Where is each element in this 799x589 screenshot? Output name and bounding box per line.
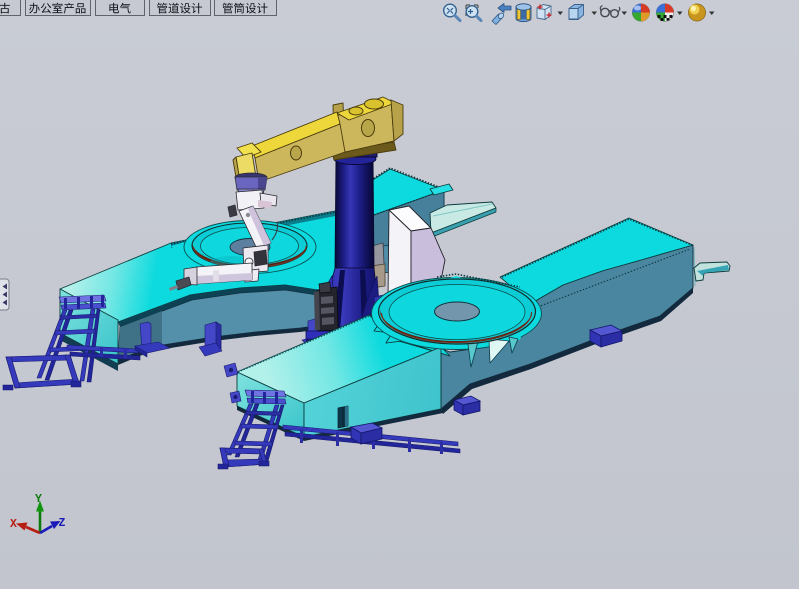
svg-text:Y: Y [35,493,42,506]
svg-text:Z: Z [59,517,66,530]
svg-text:X: X [10,518,17,531]
